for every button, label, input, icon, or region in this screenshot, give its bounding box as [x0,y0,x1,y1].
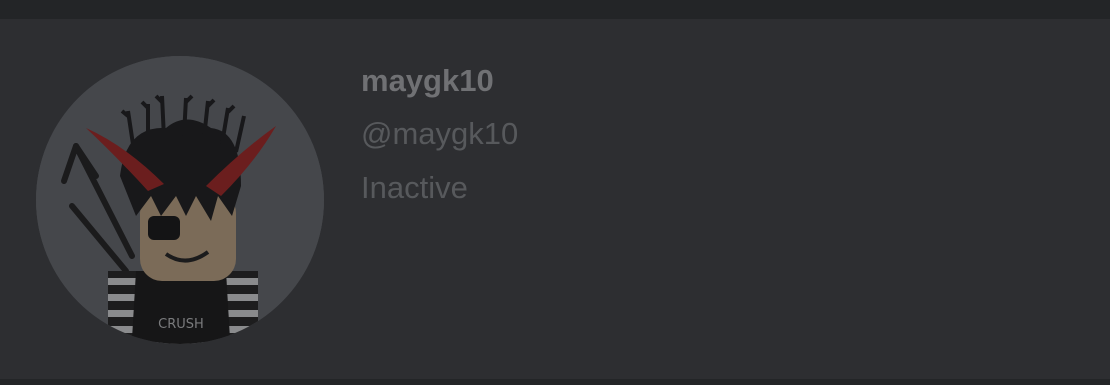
top-bar [0,0,1110,19]
display-name: maygk10 [361,63,494,98]
bottom-bar [0,379,1110,385]
avatar-shirt-text: CRUSH [158,317,204,332]
presence-status: Inactive [361,170,468,205]
profile-header-card: CRUSH maygk10 @maygk10 Inactive [0,19,1110,379]
username: @maygk10 [361,116,519,151]
avatar-image: CRUSH [36,56,324,344]
avatar[interactable]: CRUSH [36,56,324,344]
